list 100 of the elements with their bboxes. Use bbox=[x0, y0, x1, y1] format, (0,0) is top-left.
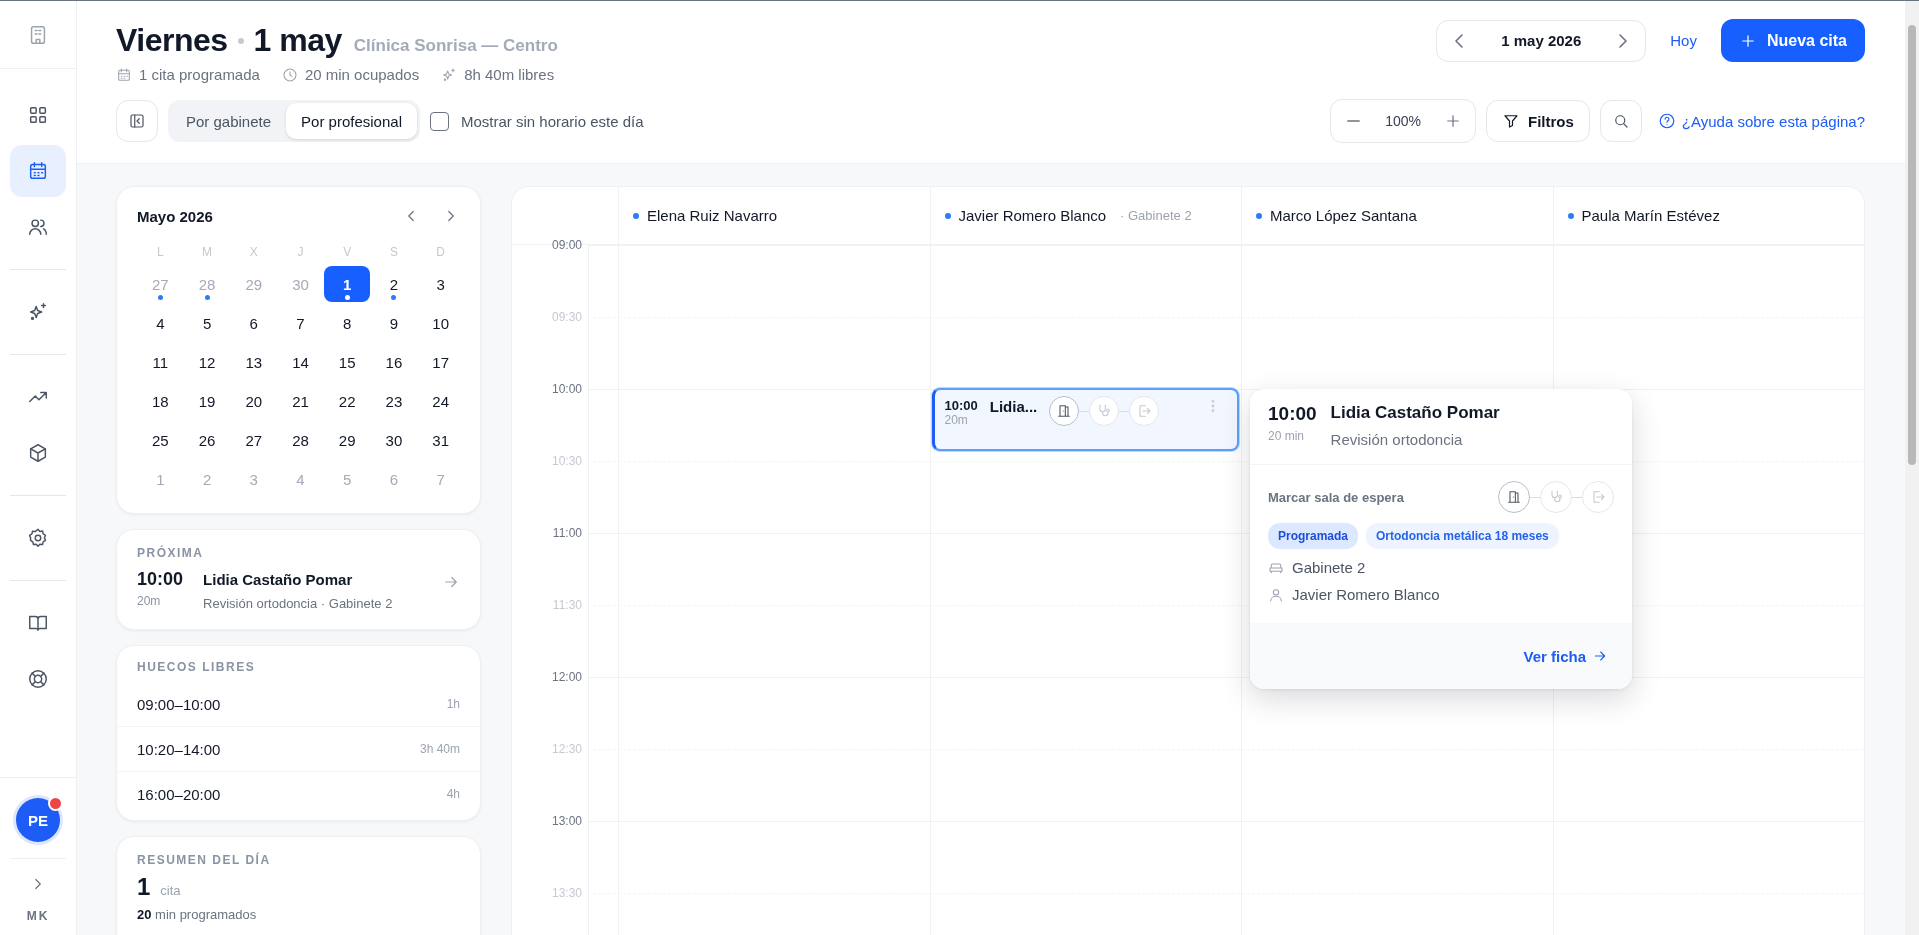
status-dot bbox=[633, 212, 639, 219]
collapse-panel-button[interactable] bbox=[116, 100, 158, 142]
month-title: Mayo 2026 bbox=[137, 207, 213, 225]
time-label: 13:30 bbox=[551, 886, 583, 900]
next-appointment-card[interactable]: PRÓXIMA 10:00 20m Lidia Castaño Pomar Revisión ortodoncia · Gabinete 2 bbox=[116, 529, 481, 630]
view-tab[interactable]: Por gabinete bbox=[171, 103, 287, 139]
calendar-day[interactable]: 1 bbox=[324, 266, 371, 302]
current-date: 1 may 2026 bbox=[1500, 32, 1583, 49]
people-icon bbox=[27, 216, 49, 238]
calendar-day[interactable]: 13 bbox=[230, 344, 277, 380]
summary-stat: 1 cita programada bbox=[139, 66, 260, 83]
free-slot-length: 3h 40m bbox=[419, 742, 460, 756]
time-label: 12:30 bbox=[551, 742, 583, 756]
calendar-day[interactable]: 11 bbox=[137, 344, 184, 380]
appointment-time: 10:00 bbox=[1268, 403, 1317, 425]
stethoscope-icon[interactable] bbox=[1089, 396, 1120, 426]
calendar-day[interactable]: 17 bbox=[417, 344, 464, 380]
professional-name: Javier Romero Blanco bbox=[958, 207, 1107, 224]
calendar-day[interactable]: 14 bbox=[277, 344, 324, 380]
new-appointment-button[interactable]: Nueva cita bbox=[1720, 19, 1865, 62]
time-label: 12:00 bbox=[551, 670, 583, 684]
exit-icon[interactable] bbox=[1129, 396, 1160, 426]
sparkles-icon bbox=[27, 301, 49, 323]
calendar-day[interactable]: 6 bbox=[230, 305, 277, 341]
door-icon[interactable] bbox=[1049, 396, 1080, 426]
time-label: 13:00 bbox=[551, 814, 583, 828]
calendar-day[interactable]: 15 bbox=[324, 344, 371, 380]
nav-button[interactable] bbox=[10, 145, 66, 197]
calendar-day[interactable]: 8 bbox=[324, 305, 371, 341]
scrollbar[interactable] bbox=[1905, 1, 1919, 935]
weekday-label: L bbox=[157, 244, 164, 261]
time-label: 10:00 bbox=[551, 382, 583, 396]
grid-icon bbox=[27, 104, 49, 126]
help-link[interactable]: ¿Ayuda sobre esta página? bbox=[1657, 112, 1865, 130]
search-button[interactable] bbox=[1599, 100, 1642, 142]
time-label: 09:30 bbox=[551, 310, 583, 324]
zoom-level: 100% bbox=[1384, 113, 1422, 129]
calendar-day[interactable]: 10 bbox=[417, 305, 464, 341]
calendar-day[interactable]: 25 bbox=[137, 422, 184, 458]
view-record-link[interactable]: Ver ficha bbox=[1523, 647, 1608, 665]
service-name: Revisión ortodoncia bbox=[1330, 431, 1464, 448]
weekday-label: X bbox=[249, 244, 258, 261]
room-name: Gabinete 2 bbox=[1292, 559, 1366, 576]
free-slot-length: 4h bbox=[446, 787, 460, 801]
calendar-day[interactable]: 31 bbox=[417, 422, 464, 458]
stethoscope-icon[interactable] bbox=[1540, 481, 1572, 513]
today-button[interactable]: Hoy bbox=[1662, 32, 1705, 49]
calendar-day[interactable]: 16 bbox=[370, 344, 417, 380]
calendar-icon bbox=[116, 66, 132, 83]
calendar-day[interactable]: 18 bbox=[137, 383, 184, 419]
free-slot-length: 1h bbox=[446, 697, 460, 711]
appointment-block[interactable]: 10:00 20m Lidia... bbox=[931, 388, 1239, 451]
calendar-day[interactable]: 28 bbox=[277, 422, 324, 458]
calendar-day[interactable]: 7 bbox=[277, 305, 324, 341]
calendar-day[interactable]: 3 bbox=[417, 266, 464, 302]
calendar-day[interactable]: 12 bbox=[184, 344, 231, 380]
calendar-day[interactable]: 27 bbox=[230, 422, 277, 458]
patient-name: Lidia Castaño Pomar bbox=[1330, 403, 1500, 423]
calendar-day[interactable]: 20 bbox=[230, 383, 277, 419]
clinic-name: Clínica Sonrisa — Centro bbox=[353, 36, 558, 56]
calendar-day[interactable]: 30 bbox=[370, 422, 417, 458]
time-label: 11:30 bbox=[552, 598, 583, 612]
sparkles-icon bbox=[441, 66, 458, 83]
calendar-day[interactable]: 2 bbox=[370, 266, 417, 302]
section-heading: HUECOS LIBRES bbox=[136, 660, 257, 676]
weekday-label: J bbox=[297, 244, 304, 261]
clock-icon bbox=[281, 66, 298, 83]
user-avatar[interactable]: PE bbox=[16, 798, 60, 842]
weekday-label: S bbox=[389, 244, 398, 261]
filters-button[interactable]: Filtros bbox=[1485, 100, 1590, 142]
door-icon[interactable] bbox=[1498, 481, 1530, 513]
sidebar-icon bbox=[128, 112, 146, 130]
calendar-day[interactable]: 26 bbox=[184, 422, 231, 458]
appointment-duration: 20m bbox=[944, 413, 969, 427]
checkbox[interactable] bbox=[430, 111, 449, 131]
appointment-time: 10:00 bbox=[137, 569, 184, 590]
calendar-day[interactable]: 29 bbox=[324, 422, 371, 458]
calendar-day[interactable]: 22 bbox=[324, 383, 371, 419]
view-tab[interactable]: Por profesional bbox=[286, 103, 417, 139]
summary-stat: 8h 40m libres bbox=[464, 66, 555, 83]
section-heading: RESUMEN DEL DÍA bbox=[137, 853, 272, 867]
professional-name: Javier Romero Blanco bbox=[1292, 586, 1440, 603]
calendar-day[interactable]: 24 bbox=[417, 383, 464, 419]
weekday-label: M bbox=[202, 244, 213, 261]
chevron-right-icon bbox=[1619, 33, 1628, 48]
free-slot-range: 09:00–10:00 bbox=[137, 695, 221, 713]
weekday-label: D bbox=[436, 244, 445, 261]
arrow-icon bbox=[1592, 648, 1608, 664]
calendar-day[interactable]: 21 bbox=[277, 383, 324, 419]
free-slot-range: 16:00–20:00 bbox=[137, 785, 221, 803]
calendar-day[interactable]: 19 bbox=[184, 383, 231, 419]
calendar-day[interactable]: 4 bbox=[137, 305, 184, 341]
checkbox-label: Mostrar sin horario este día bbox=[461, 112, 644, 130]
user-code: MK bbox=[26, 909, 50, 923]
status-dot bbox=[1256, 212, 1262, 219]
calendar-day[interactable]: 23 bbox=[370, 383, 417, 419]
scheduled-minutes: 20 min programados bbox=[137, 907, 258, 922]
calendar-day[interactable]: 5 bbox=[184, 305, 231, 341]
calendar-day[interactable]: 9 bbox=[370, 305, 417, 341]
summary-stat: 20 min ocupados bbox=[304, 66, 420, 83]
